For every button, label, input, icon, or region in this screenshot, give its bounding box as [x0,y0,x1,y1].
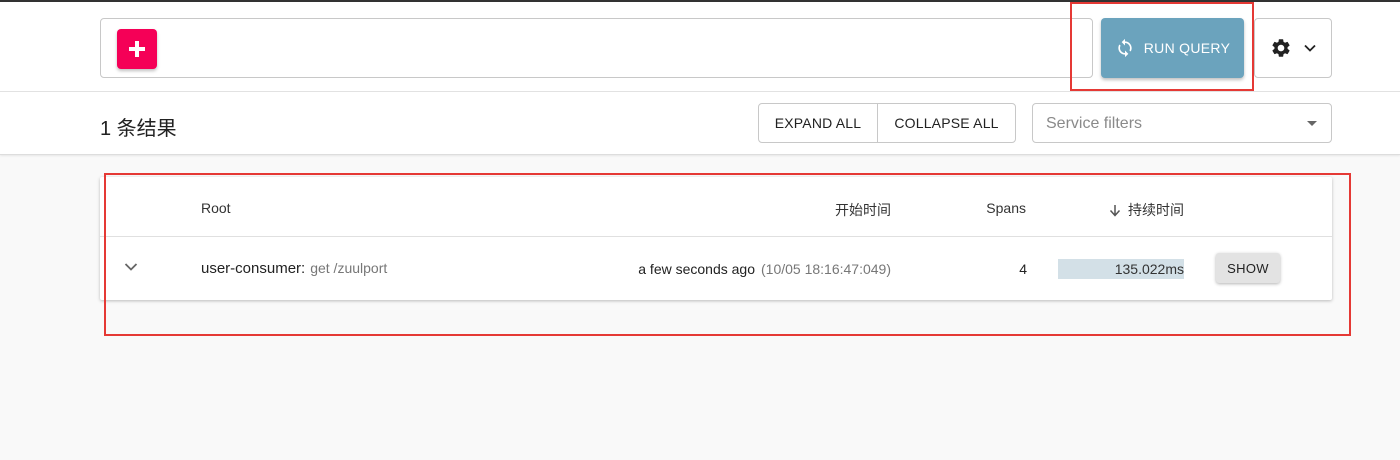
header-duration[interactable]: 持续时间 [1109,200,1184,220]
table-header: Root 开始时间 Spans 持续时间 [100,177,1332,237]
trace-table: Root 开始时间 Spans 持续时间 user-consumer: get /… [100,177,1332,300]
duration-cell: 135.022ms [1114,261,1184,277]
service-filter-select[interactable]: Service filters [1032,103,1332,143]
header-start-time[interactable]: 开始时间 [835,200,891,220]
expand-row-chevron-icon[interactable] [124,262,138,272]
arrow-down-icon [1109,204,1121,217]
header-duration-label: 持续时间 [1128,202,1184,218]
start-relative: a few seconds ago [638,261,755,277]
add-criteria-button[interactable] [117,29,157,69]
settings-dropdown-button[interactable] [1254,18,1332,78]
header-spans[interactable]: Spans [986,200,1026,216]
show-trace-button[interactable]: SHOW [1216,253,1280,283]
collapse-all-button[interactable]: COLLAPSE ALL [878,104,1015,142]
header-divider [0,91,1400,92]
table-row[interactable]: user-consumer: get /zuulport a few second… [100,237,1332,300]
start-absolute: (10/05 18:16:47:049) [761,261,891,277]
run-query-label: RUN QUERY [1143,40,1231,56]
spans-cell: 4 [1019,261,1027,277]
route-name: get /zuulport [310,260,388,276]
search-header: RUN QUERY 1 条结果 EXPAND ALL COLLAPSE ALL … [0,2,1400,155]
header-root[interactable]: Root [201,200,231,216]
service-name: user-consumer: [201,260,306,277]
root-cell: user-consumer: get /zuulport [201,260,387,277]
refresh-icon [1118,38,1132,58]
expand-collapse-group: EXPAND ALL COLLAPSE ALL [758,103,1016,143]
plus-icon [129,41,145,57]
start-time-cell: a few seconds ago (10/05 18:16:47:049) [638,261,891,277]
service-filter-placeholder: Service filters [1046,115,1143,132]
dropdown-caret-icon [1307,121,1317,126]
query-input-box[interactable] [100,18,1093,78]
run-query-button[interactable]: RUN QUERY [1101,18,1244,78]
result-count: 1 条结果 [100,118,177,140]
gear-icon [1272,39,1290,57]
chevron-down-icon [1304,44,1316,52]
expand-all-button[interactable]: EXPAND ALL [759,104,878,142]
